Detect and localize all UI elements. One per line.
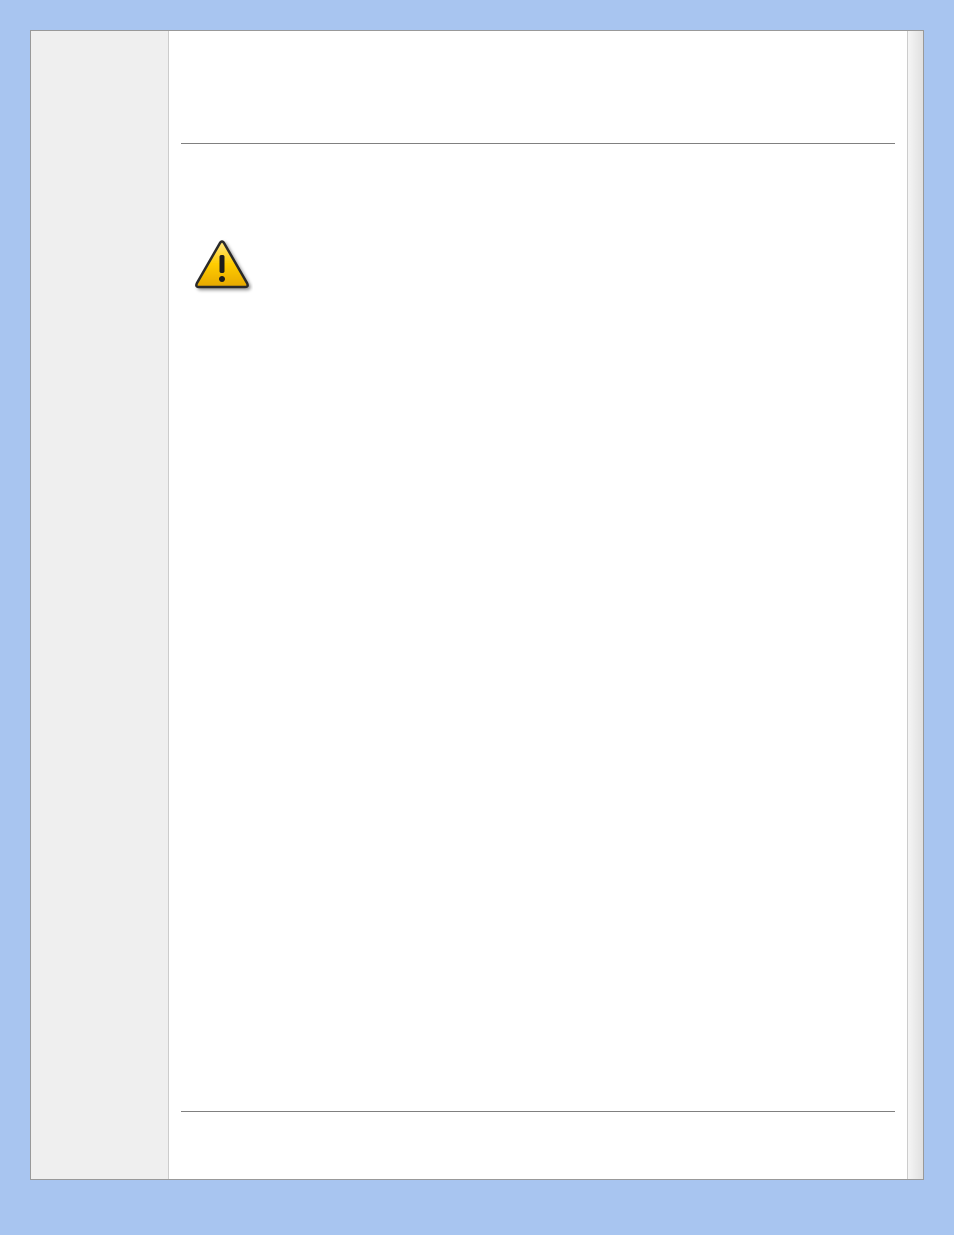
content-area (181, 300, 895, 1111)
icon-section (181, 144, 895, 300)
top-spacer (181, 43, 895, 143)
application-frame (30, 30, 924, 1180)
vertical-scrollbar[interactable] (907, 31, 923, 1179)
warning-icon (191, 239, 253, 300)
main-content (169, 31, 907, 1179)
divider-bottom (181, 1111, 895, 1112)
sidebar (31, 31, 169, 1179)
scrollbar-track (908, 31, 923, 1179)
content-inner (169, 31, 907, 1179)
